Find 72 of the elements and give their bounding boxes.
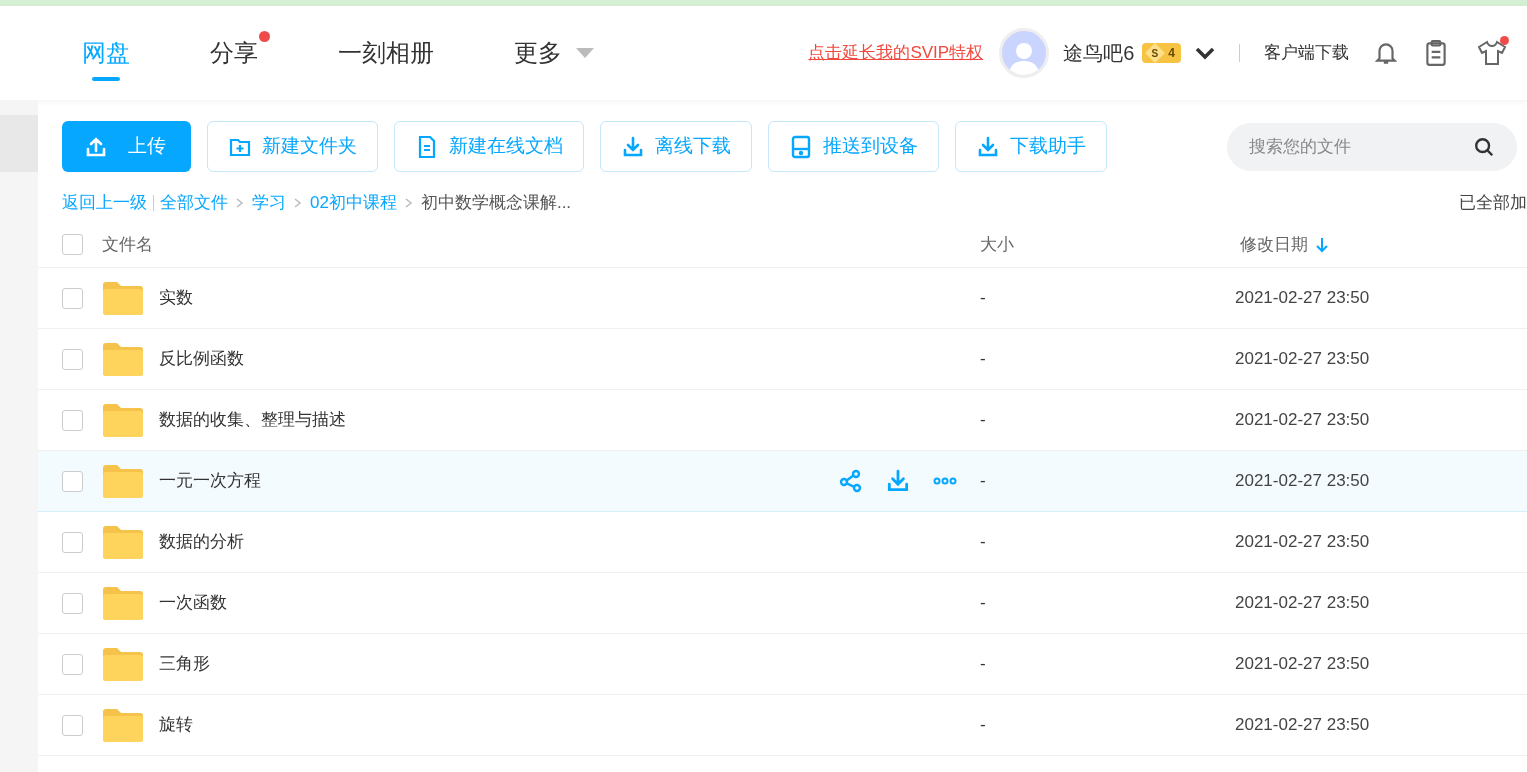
download-icon	[885, 468, 911, 494]
folder-icon	[102, 586, 144, 620]
nav-tab[interactable]: 分享	[210, 23, 270, 83]
device-icon	[789, 134, 813, 159]
load-status: 已全部加	[1459, 192, 1527, 215]
column-header[interactable]: 大小	[980, 231, 1240, 258]
column-header[interactable]: 文件名	[102, 231, 980, 258]
folder-icon	[102, 708, 144, 742]
search-icon[interactable]	[1473, 135, 1495, 158]
folder-icon	[102, 403, 144, 437]
file-size: -	[980, 409, 987, 432]
modified-date: 2021-02-27 23:50	[1235, 531, 1370, 554]
tshirt-icon[interactable]	[1477, 40, 1507, 66]
file-size: -	[980, 653, 987, 676]
row-checkbox[interactable]	[62, 714, 83, 736]
file-name[interactable]: 实数	[159, 285, 839, 311]
file-name[interactable]: 一次函数	[159, 590, 839, 616]
modified-date: 2021-02-27 23:50	[1235, 470, 1370, 493]
file-name[interactable]: 反比例函数	[159, 346, 839, 372]
modified-date: 2021-02-27 23:50	[1235, 287, 1370, 310]
nav-tab[interactable]: 更多	[514, 23, 606, 83]
select-all-checkbox[interactable]	[62, 234, 83, 255]
chevron-right-icon	[404, 198, 413, 208]
chevron-right-icon	[294, 198, 302, 208]
caret-icon	[576, 48, 594, 58]
modified-date: 2021-02-27 23:50	[1235, 653, 1370, 676]
avatar[interactable]	[999, 28, 1050, 78]
row-checkbox[interactable]	[62, 531, 83, 553]
file-name[interactable]: 数据的分析	[159, 529, 839, 555]
nav-tab[interactable]: 一刻相册	[338, 23, 446, 83]
modified-date: 2021-02-27 23:50	[1235, 348, 1370, 371]
row-checkbox[interactable]	[62, 287, 83, 309]
file-size: -	[980, 714, 987, 737]
chevron-down-icon[interactable]	[1195, 46, 1215, 60]
file-name[interactable]: 旋转	[159, 712, 839, 738]
row-checkbox[interactable]	[62, 409, 83, 431]
row-checkbox[interactable]	[62, 348, 83, 370]
folder-icon	[102, 464, 144, 498]
modified-date: 2021-02-27 23:50	[1235, 714, 1370, 737]
more-icon[interactable]	[933, 477, 957, 485]
file-row[interactable]: 一元一次方程 - 2021-02-27 23:50	[38, 451, 1527, 512]
username[interactable]: 途鸟吧6	[1063, 38, 1135, 68]
row-checkbox[interactable]	[62, 653, 83, 675]
file-size: -	[980, 531, 987, 554]
file-size: -	[980, 470, 987, 493]
sort-down-icon[interactable]	[1316, 236, 1328, 253]
file-size: -	[980, 348, 987, 371]
folder-icon	[102, 342, 144, 376]
file-name[interactable]: 一元一次方程	[159, 468, 839, 494]
folder-icon	[102, 281, 144, 315]
modified-date: 2021-02-27 23:50	[1235, 592, 1370, 615]
folder-icon	[102, 525, 144, 559]
breadcrumb-current[interactable]: 初中数学概念课解...	[420, 190, 572, 216]
download-icon	[621, 134, 645, 159]
row-checkbox[interactable]	[62, 470, 83, 492]
file-size: -	[980, 287, 987, 310]
column-header[interactable]: 修改日期	[1240, 231, 1328, 258]
row-checkbox[interactable]	[62, 592, 83, 614]
download-icon	[976, 134, 1000, 159]
chevron-right-icon	[236, 198, 244, 208]
folder-icon	[102, 647, 144, 681]
modified-date: 2021-02-27 23:50	[1235, 409, 1370, 432]
vip-badge: S 4	[1142, 43, 1181, 63]
file-name[interactable]: 数据的收集、整理与描述	[159, 407, 839, 433]
file-size: -	[980, 592, 987, 615]
share-icon[interactable]	[839, 469, 863, 493]
clipboard-icon[interactable]	[1423, 39, 1449, 67]
promo-link[interactable]: 点击延长我的SVIP特权	[808, 40, 984, 66]
file-name[interactable]: 三角形	[159, 651, 839, 677]
client-download-link[interactable]: 客户端下载	[1264, 40, 1349, 66]
bell-icon[interactable]	[1373, 40, 1399, 66]
search-field[interactable]: 搜索您的文件	[1227, 122, 1517, 171]
